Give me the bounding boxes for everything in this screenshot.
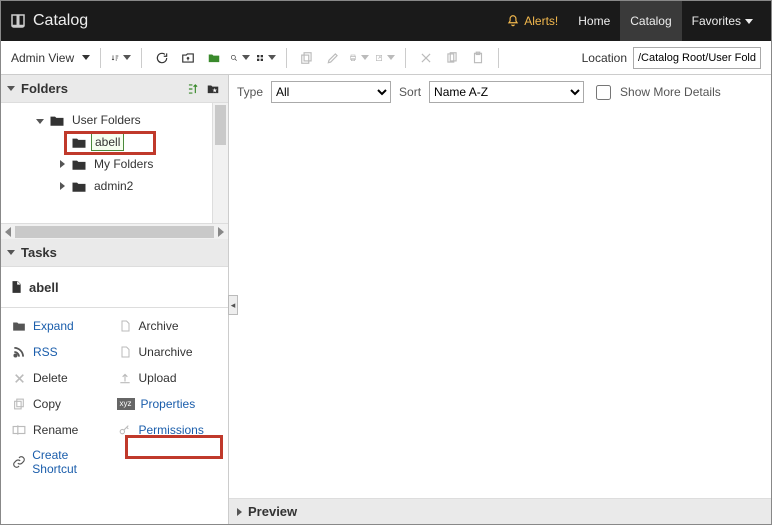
delete-icon [11, 370, 27, 386]
folder-icon [49, 114, 65, 127]
sort-label: Sort [399, 85, 421, 99]
export-button[interactable] [375, 48, 395, 68]
main-area: Folders User Folders abell [1, 75, 771, 524]
print-button[interactable] [349, 48, 369, 68]
task-delete[interactable]: Delete [11, 370, 113, 386]
filter-bar: Type All Sort Name A-Z Show More Details [229, 75, 771, 109]
task-create-shortcut[interactable]: Create Shortcut [11, 448, 113, 476]
task-copy[interactable]: Copy [11, 396, 113, 412]
rss-icon [11, 344, 27, 360]
sidebar: Folders User Folders abell [1, 75, 229, 524]
tree-vertical-scrollbar[interactable] [212, 103, 228, 223]
tree-label: User Folders [69, 112, 144, 128]
folder-icon [11, 318, 27, 334]
preview-title: Preview [248, 504, 297, 519]
folder-icon [71, 158, 87, 171]
tasks-selected-item: abell [9, 279, 222, 295]
alerts-label: Alerts! [524, 14, 558, 28]
sort-select[interactable]: Name A-Z [429, 81, 584, 103]
tree-label: admin2 [91, 178, 136, 194]
book-icon [9, 12, 27, 30]
alerts-link[interactable]: Alerts! [496, 14, 568, 28]
toolbar: Admin View Location [1, 41, 771, 75]
new-folder-button[interactable] [204, 48, 224, 68]
link-icon [11, 454, 26, 470]
type-select[interactable]: All [271, 81, 391, 103]
expand-icon [237, 508, 242, 516]
grid-view-button[interactable] [256, 48, 276, 68]
preview-header[interactable]: Preview [229, 498, 771, 524]
show-more-label: Show More Details [620, 85, 721, 99]
tasks-body: abell Expand Archive RSS Unarchive Delet… [1, 267, 228, 524]
copy-button[interactable] [297, 48, 317, 68]
location-label: Location [582, 51, 627, 65]
sort-mode-button[interactable] [111, 48, 131, 68]
task-properties[interactable]: xyzProperties [117, 396, 219, 412]
folder-icon [71, 180, 87, 193]
task-rename[interactable]: Rename [11, 422, 113, 438]
tasks-header[interactable]: Tasks [1, 239, 228, 267]
folders-title: Folders [21, 81, 68, 96]
xyz-icon: xyz [117, 398, 135, 410]
favorite-folder-icon[interactable] [204, 80, 222, 98]
collapse-icon [7, 86, 15, 91]
collapse-icon [7, 250, 15, 255]
folder-icon [71, 136, 87, 149]
nav-favorites[interactable]: Favorites [682, 1, 763, 41]
refresh-button[interactable] [152, 48, 172, 68]
folder-tree[interactable]: User Folders abell My Folders admin2 [1, 103, 228, 223]
app-title: Catalog [33, 12, 88, 30]
tree-item-abell[interactable]: abell [5, 131, 224, 153]
delete-button[interactable] [416, 48, 436, 68]
content-area: ◂ Type All Sort Name A-Z Show More Detai… [229, 75, 771, 524]
tree-item-user-folders[interactable]: User Folders [5, 109, 224, 131]
paste-button[interactable] [468, 48, 488, 68]
edit-button[interactable] [323, 48, 343, 68]
copy-icon [11, 396, 27, 412]
file-icon [9, 279, 23, 295]
task-permissions[interactable]: Permissions [117, 422, 219, 438]
content-body [229, 109, 771, 498]
file-icon [117, 344, 133, 360]
tasks-selected-label: abell [29, 280, 59, 295]
task-upload[interactable]: Upload [117, 370, 219, 386]
splitter-handle[interactable]: ◂ [228, 295, 238, 315]
upload-icon [117, 370, 133, 386]
type-label: Type [237, 85, 263, 99]
tree-item-admin2[interactable]: admin2 [5, 175, 224, 197]
view-mode-select[interactable]: Admin View [11, 51, 90, 65]
nav-catalog[interactable]: Catalog [620, 1, 681, 41]
file-icon [117, 318, 133, 334]
tree-horizontal-scrollbar[interactable] [1, 223, 228, 239]
show-more-checkbox[interactable]: Show More Details [592, 82, 721, 103]
rename-icon [11, 422, 27, 438]
key-icon [117, 422, 133, 438]
task-rss[interactable]: RSS [11, 344, 113, 360]
tree-label: abell [91, 133, 124, 151]
up-button[interactable] [178, 48, 198, 68]
tree-label: My Folders [91, 156, 156, 172]
task-unarchive[interactable]: Unarchive [117, 344, 219, 360]
tree-expand-icon[interactable] [184, 80, 202, 98]
tree-item-my-folders[interactable]: My Folders [5, 153, 224, 175]
tasks-title: Tasks [21, 245, 57, 260]
folder-tree-container: User Folders abell My Folders admin2 [1, 103, 228, 223]
top-nav: Alerts! Home Catalog Favorites [496, 1, 763, 41]
duplicate-button[interactable] [442, 48, 462, 68]
location-input[interactable] [633, 47, 761, 69]
nav-home[interactable]: Home [568, 1, 620, 41]
task-archive[interactable]: Archive [117, 318, 219, 334]
show-more-input[interactable] [596, 85, 611, 100]
app-header: Catalog Alerts! Home Catalog Favorites [1, 1, 771, 41]
task-expand[interactable]: Expand [11, 318, 113, 334]
folders-header[interactable]: Folders [1, 75, 228, 103]
bell-icon [506, 14, 520, 28]
search-button[interactable] [230, 48, 250, 68]
